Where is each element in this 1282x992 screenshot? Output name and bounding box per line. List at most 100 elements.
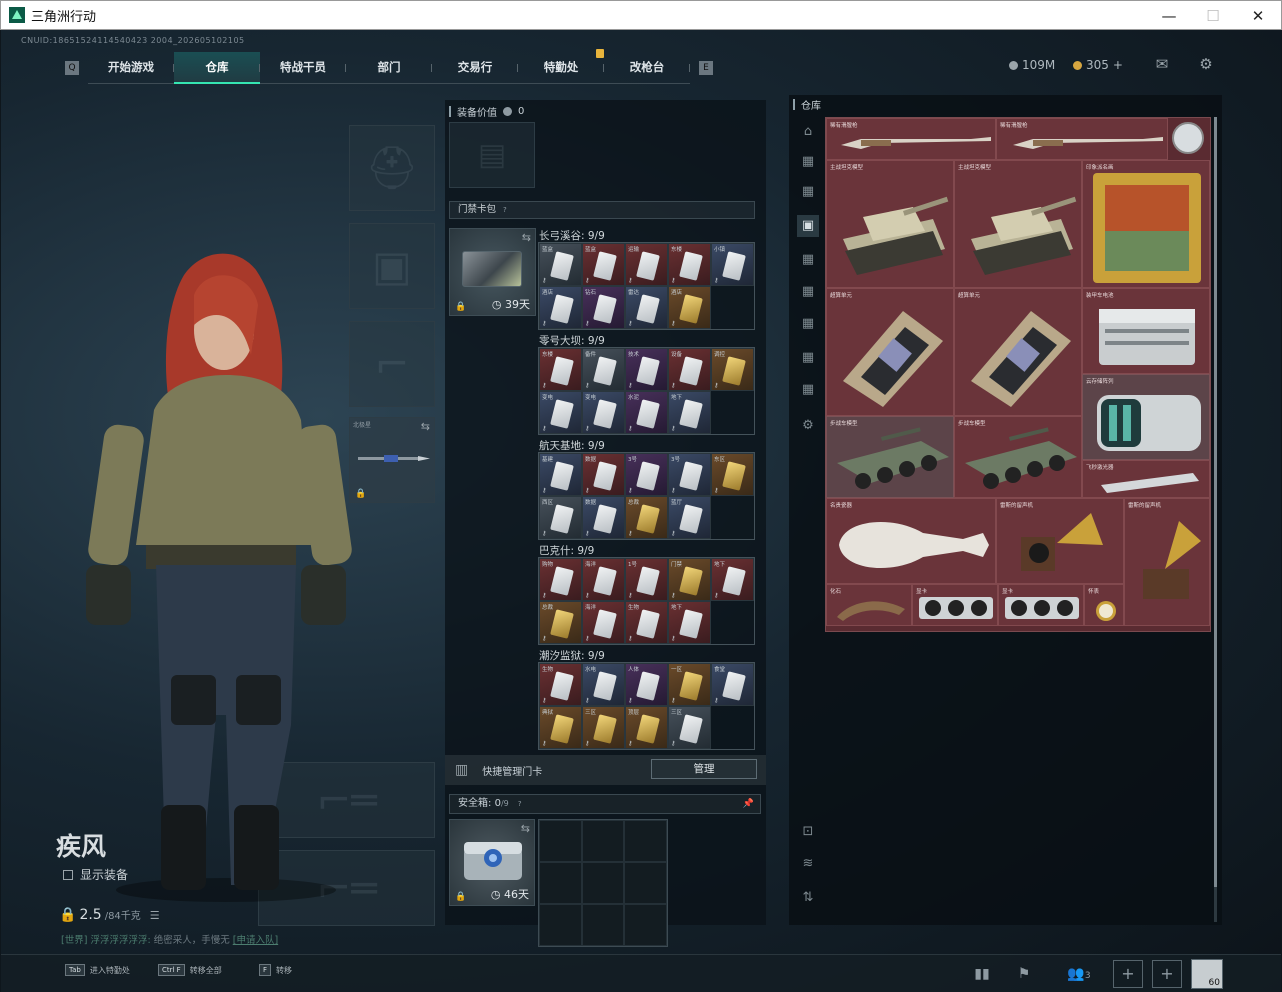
mail-icon[interactable]: ✉ [1153,56,1171,72]
keycard-item[interactable]: 数据 ⚷ [582,496,625,539]
keycard-item[interactable]: 东楼 ⚷ [668,243,711,286]
tab-gunsmith[interactable]: 改枪台 [604,52,690,84]
safe-box-grid[interactable] [538,819,668,947]
stash-item-compute-unit[interactable]: 超算单元 [954,288,1082,416]
keycard-item[interactable]: 蓝盒 ⚷ [539,243,582,286]
keycard-item[interactable]: 一区 ⚷ [668,663,711,706]
keycard-item[interactable]: 备件 ⚷ [582,348,625,391]
tab-operators[interactable]: 特战干员 [260,52,346,84]
helmet-slot[interactable]: ⛑ [349,125,435,211]
nav-next-key[interactable]: E [699,61,713,75]
keycard-item[interactable]: 酒店 ⚷ [668,286,711,329]
invite-slot-button[interactable]: + [1152,960,1182,988]
tab-trading[interactable]: 交易行 [432,52,518,84]
tab-special-ops[interactable]: 特勤处 [518,52,604,84]
keycard-item[interactable]: 总裁 ⚷ [625,496,668,539]
help-icon[interactable]: ? [503,206,507,214]
maximize-button[interactable]: ☐ [1199,5,1227,27]
close-button[interactable]: ✕ [1244,5,1272,27]
gold-currency[interactable]: 305 + [1073,58,1123,72]
stash-item-gramophone[interactable]: 雷斯的留声机 [996,498,1124,584]
category-tab-icon[interactable]: ▦ [797,181,819,203]
backpack-slot[interactable]: ▤ [449,122,535,188]
keycard-item[interactable]: 钻石 ⚷ [582,286,625,329]
stash-item-battery[interactable]: 装甲车电池 [1082,288,1210,374]
keycard-item[interactable]: 3号 ⚷ [668,453,711,496]
tab-department[interactable]: 部门 [346,52,432,84]
keycard-item[interactable]: 3号 ⚷ [625,453,668,496]
stash-item-gpu[interactable]: 显卡 [998,584,1084,626]
gold-add-button[interactable]: + [1113,58,1123,72]
keycard-item[interactable]: 小镇 ⚷ [711,243,754,286]
warehouse-scrollbar[interactable] [1214,117,1217,922]
silver-currency[interactable]: 109M [1009,58,1055,72]
keycard-item[interactable]: 雷达 ⚷ [625,286,668,329]
player-avatar[interactable]: 60 [1191,959,1223,989]
stash-item-pocket-watch[interactable]: 怀表 [1084,584,1124,626]
keycard-item[interactable]: 设备 ⚷ [668,348,711,391]
category-tab-icon[interactable]: ▦ [797,281,819,303]
checkbox-icon[interactable] [63,869,73,880]
settings-gear-icon[interactable]: ⚙ [1197,56,1215,72]
tab-warehouse[interactable]: 仓库 [174,52,260,84]
keycard-item[interactable]: 变电 ⚷ [582,391,625,434]
stash-item-rifle[interactable]: 稀有滑膛枪 [826,118,996,160]
stash-item-compute-unit[interactable]: 超算单元 [826,288,954,416]
category-active-tab-icon[interactable]: ▣ [797,215,819,237]
keycard-item[interactable]: 酒店 ⚷ [539,286,582,329]
stash-item-rifle[interactable]: 稀有滑膛枪 [996,118,1168,160]
keycard-item[interactable]: 水泥 ⚷ [625,391,668,434]
keycard-item[interactable]: 地下 ⚷ [711,558,754,601]
nav-prev-key[interactable]: Q [65,61,79,75]
category-tab-icon[interactable]: ▦ [797,379,819,401]
chat-join-link[interactable]: [申请入队] [233,935,278,946]
keycard-item[interactable]: 水电 ⚷ [582,663,625,706]
keycard-item[interactable]: 食堂 ⚷ [711,663,754,706]
layers-icon[interactable]: ≋ [797,853,819,875]
stash-item-painting[interactable]: 印象派名画 [1082,160,1210,288]
keycard-pack-item[interactable]: ⇆ 🔒 ◷ 39天 [449,228,536,316]
keycard-item[interactable]: 西区 ⚷ [539,496,582,539]
keycard-item[interactable]: 顶层 ⚷ [625,706,668,749]
scrollbar-thumb[interactable] [1214,117,1217,887]
keycard-item[interactable]: 运输 ⚷ [625,243,668,286]
keycard-item[interactable]: 人体 ⚷ [625,663,668,706]
stash-item-fossil[interactable]: 化石 [826,584,912,626]
category-tab-icon[interactable]: ▦ [797,313,819,335]
flag-icon[interactable]: ⚑ [1011,961,1037,987]
list-icon[interactable]: ☰ [150,909,160,922]
category-tab-icon[interactable]: ▦ [797,347,819,369]
sort-icon[interactable]: ⊡ [797,821,819,843]
keycard-item[interactable]: 东区 ⚷ [711,453,754,496]
manage-button[interactable]: 管理 [651,759,757,779]
swap-icon[interactable]: ⇆ [522,231,531,244]
stats-chart-icon[interactable]: ▮▮ [969,961,995,987]
show-equipment-toggle[interactable]: 显示装备 [63,866,128,883]
safe-box-item[interactable]: ⇆ 🔒 ◷ 46天 [449,819,535,906]
stash-item-gramophone[interactable]: 雷斯的留声机 [1124,498,1210,626]
hint-special-ops[interactable]: Tab 进入特勤处 [65,964,130,976]
keycard-item[interactable]: 东楼 ⚷ [539,348,582,391]
stash-item-tank-model[interactable]: 主战坦克模型 [826,160,954,288]
keycard-item[interactable]: 典狱 ⚷ [539,706,582,749]
minimize-button[interactable]: — [1155,5,1183,27]
keycard-item[interactable]: 海洋 ⚷ [582,558,625,601]
stash-item-gpu[interactable]: 显卡 [912,584,998,626]
category-settings-icon[interactable]: ⚙ [797,415,819,437]
keycard-item[interactable]: 海洋 ⚷ [582,601,625,644]
hint-transfer[interactable]: F 转移 [259,964,292,976]
tab-start-game[interactable]: 开始游戏 [88,52,174,84]
keycard-item[interactable]: 生物 ⚷ [539,663,582,706]
stash-item-apc-model[interactable]: 步战车模型 [826,416,954,498]
keycard-item[interactable]: 地下 ⚷ [668,601,711,644]
category-tab-icon[interactable]: ▦ [797,151,819,173]
keycard-item[interactable]: 总裁 ⚷ [539,601,582,644]
stash-item-storage-array[interactable]: 云存储阵列 [1082,374,1210,460]
keycard-item[interactable]: 调控 ⚷ [711,348,754,391]
pin-icon[interactable]: 📌 [743,795,754,813]
stash-item-tank-model[interactable]: 主战坦克模型 [954,160,1082,288]
stash-item-laser[interactable]: 飞秒激光器 [1082,460,1210,498]
invite-slot-button[interactable]: + [1113,960,1143,988]
keycard-item[interactable]: 技术 ⚷ [625,348,668,391]
keycard-item[interactable]: 1号 ⚷ [625,558,668,601]
